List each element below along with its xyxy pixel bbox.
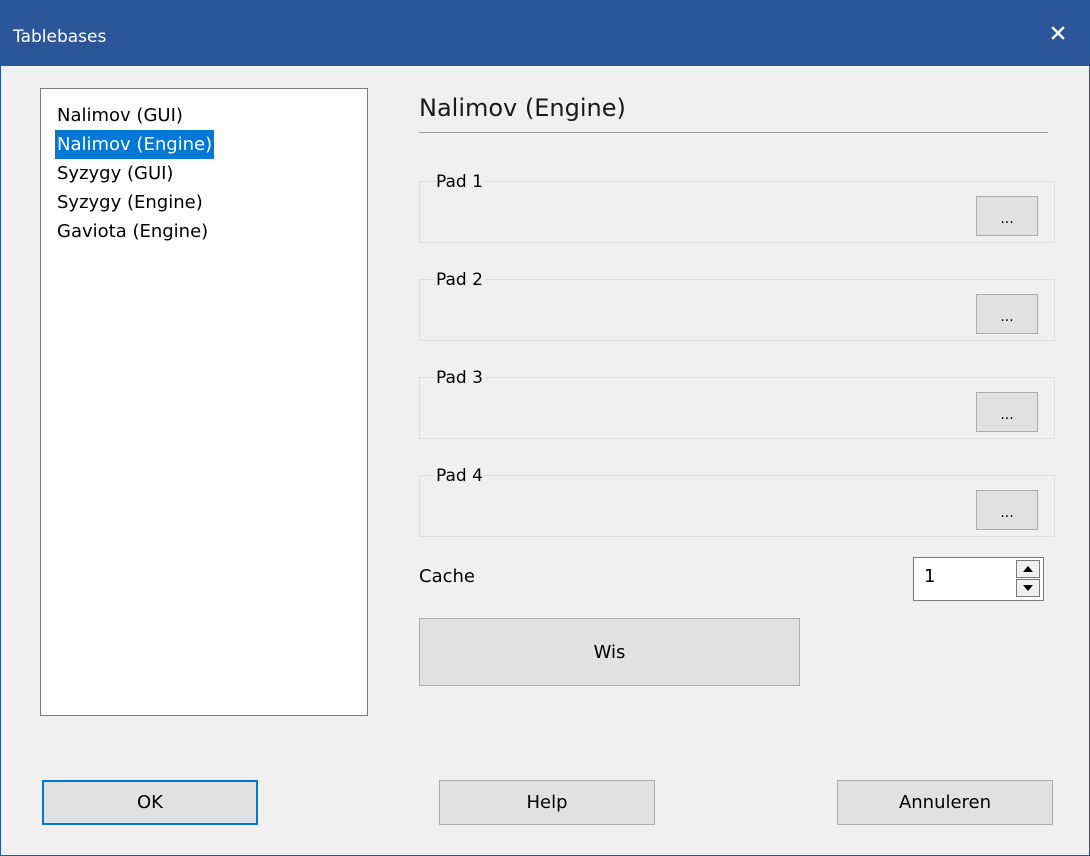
window-title: Tablebases <box>13 27 107 47</box>
spin-down-button[interactable] <box>1016 579 1040 597</box>
browse-button-2[interactable]: ... <box>976 294 1038 334</box>
path-group-2: Pad 2 ... <box>419 270 1055 341</box>
arrow-up-icon <box>1023 566 1033 572</box>
title-divider <box>419 132 1048 133</box>
path-group-4: Pad 4 ... <box>419 466 1055 537</box>
path-group-1: Pad 1 ... <box>419 172 1055 243</box>
list-item-syzygy-gui[interactable]: Syzygy (GUI) <box>55 159 175 188</box>
close-icon <box>1051 26 1065 40</box>
path-label-1: Pad 1 <box>434 172 485 192</box>
path-label-2: Pad 2 <box>434 270 485 290</box>
title-bar[interactable]: Tablebases <box>1 0 1090 66</box>
list-item-nalimov-engine[interactable]: Nalimov (Engine) <box>55 130 215 159</box>
tablebases-dialog: Tablebases Nalimov (GUI) Nalimov (Engine… <box>0 0 1090 856</box>
cache-label: Cache <box>419 566 475 587</box>
list-item-nalimov-gui[interactable]: Nalimov (GUI) <box>55 101 185 130</box>
path-label-4: Pad 4 <box>434 466 485 486</box>
browse-button-3[interactable]: ... <box>976 392 1038 432</box>
path-group-3: Pad 3 ... <box>419 368 1055 439</box>
spin-up-button[interactable] <box>1016 560 1040 578</box>
close-button[interactable] <box>1025 0 1090 66</box>
path-label-3: Pad 3 <box>434 368 485 388</box>
arrow-down-icon <box>1023 585 1033 591</box>
help-button[interactable]: Help <box>439 780 655 825</box>
cancel-button[interactable]: Annuleren <box>837 780 1053 825</box>
list-item-syzygy-engine[interactable]: Syzygy (Engine) <box>55 188 205 217</box>
cache-spinbox <box>913 557 1044 601</box>
list-item-gaviota-engine[interactable]: Gaviota (Engine) <box>55 217 210 246</box>
browse-button-1[interactable]: ... <box>976 196 1038 236</box>
cache-input[interactable] <box>924 566 1004 587</box>
clear-button[interactable]: Wis <box>419 618 800 686</box>
panel-title: Nalimov (Engine) <box>419 94 626 122</box>
browse-button-4[interactable]: ... <box>976 490 1038 530</box>
ok-button[interactable]: OK <box>42 780 258 825</box>
tablebase-list[interactable]: Nalimov (GUI) Nalimov (Engine) Syzygy (G… <box>40 88 368 716</box>
